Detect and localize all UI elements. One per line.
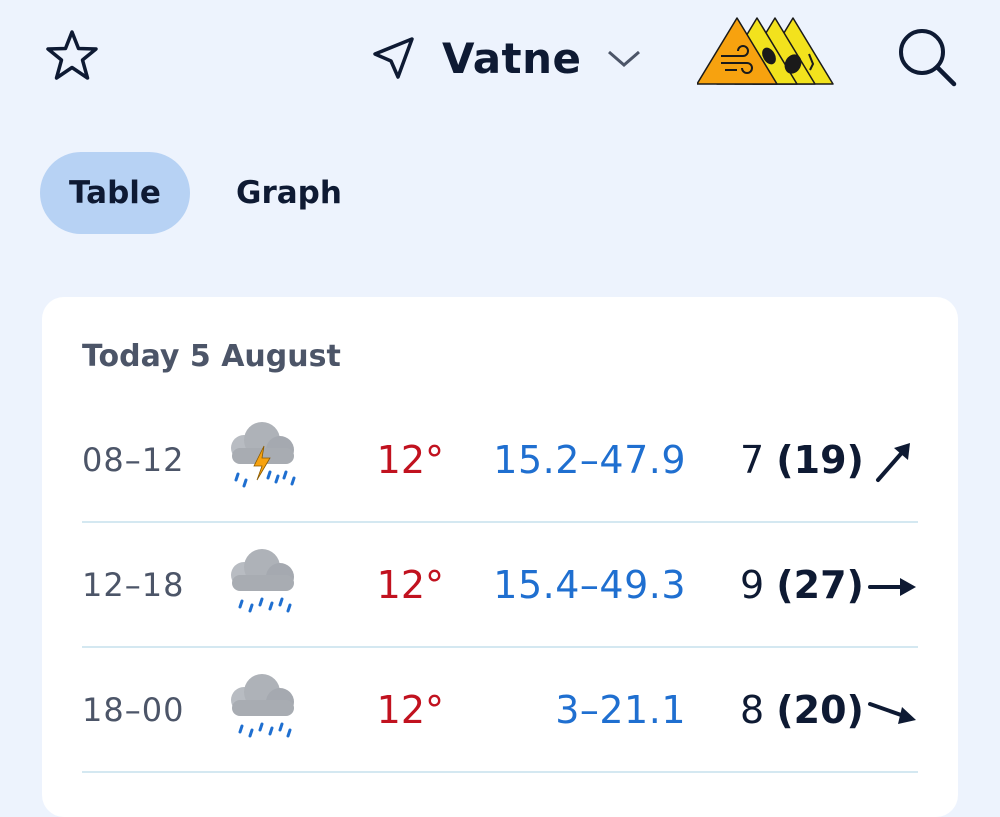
south-east-arrow-icon: [868, 702, 916, 724]
period-label: 08–12: [82, 441, 185, 479]
period-label: 12–18: [82, 566, 185, 604]
wind-speed: 8: [740, 688, 765, 732]
rain-icon: [231, 549, 294, 613]
wind-value: 9 (27): [740, 523, 864, 648]
forecast-row[interactable]: 12–18 12° 15.4–49.3 9 (27): [82, 523, 918, 648]
wind-gust: (19): [776, 438, 864, 482]
view-tabs: Table Graph: [40, 152, 384, 234]
row-divider: [82, 771, 918, 773]
rain-icon: [231, 674, 294, 738]
forecast-row[interactable]: 08–12 12° 15.2–47.9 7 (19): [82, 398, 918, 523]
forecast-card: Today 5 August 08–12 12° 15.2–47.9 7 (19…: [42, 297, 958, 817]
temperature-value: 12°: [376, 438, 444, 482]
navigation-arrow-icon: [373, 37, 414, 79]
precipitation-value: 15.2–47.9: [493, 438, 686, 482]
north-east-arrow-icon: [876, 443, 910, 482]
tab-graph[interactable]: Graph: [194, 152, 384, 234]
wind-value: 8 (20): [740, 648, 864, 773]
east-arrow-icon: [868, 578, 916, 596]
day-heading: Today 5 August: [82, 339, 341, 374]
wind-value: 7 (19): [740, 398, 864, 523]
rain-thunder-icon: [231, 422, 296, 488]
forecast-row[interactable]: 18–00 12° 3–21.1 8 (20): [82, 648, 918, 773]
top-bar: Vatne: [0, 0, 1000, 120]
tab-table[interactable]: Table: [40, 152, 190, 234]
search-icon[interactable]: [896, 26, 958, 88]
location-selector[interactable]: Vatne: [370, 26, 642, 90]
weather-warning-icon[interactable]: [697, 16, 837, 86]
star-icon[interactable]: [44, 28, 100, 84]
wind-gust: (20): [776, 688, 864, 732]
chevron-down-icon: [607, 50, 640, 67]
location-name: Vatne: [442, 33, 582, 83]
precipitation-value: 3–21.1: [555, 688, 686, 732]
temperature-value: 12°: [376, 688, 444, 732]
period-label: 18–00: [82, 691, 185, 729]
wind-gust: (27): [776, 563, 864, 607]
wind-speed: 9: [740, 563, 765, 607]
precipitation-value: 15.4–49.3: [493, 563, 686, 607]
wind-speed: 7: [740, 438, 765, 482]
temperature-value: 12°: [376, 563, 444, 607]
